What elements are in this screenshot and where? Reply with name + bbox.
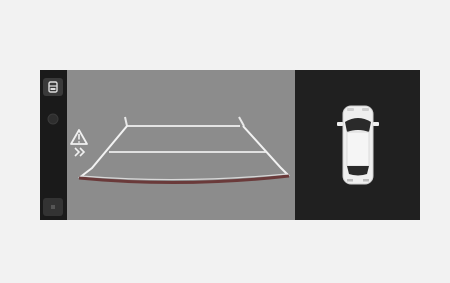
settings-button[interactable]	[43, 198, 63, 216]
rear-camera-view	[67, 70, 295, 220]
left-control-bar	[40, 70, 67, 220]
parking-guidelines	[70, 116, 290, 185]
double-chevron-icon	[74, 147, 86, 157]
circle-indicator-icon	[47, 113, 59, 125]
screenshot-frame	[0, 0, 450, 283]
camera-view-button[interactable]	[43, 78, 63, 96]
car-top-view-icon	[337, 105, 379, 185]
top-view-panel	[295, 70, 420, 220]
camera-view-icon	[48, 81, 58, 93]
warning-triangle-icon	[70, 129, 88, 145]
view-indicator-button[interactable]	[43, 110, 63, 128]
small-dot-icon	[51, 205, 55, 209]
parking-camera-screen	[40, 70, 420, 220]
